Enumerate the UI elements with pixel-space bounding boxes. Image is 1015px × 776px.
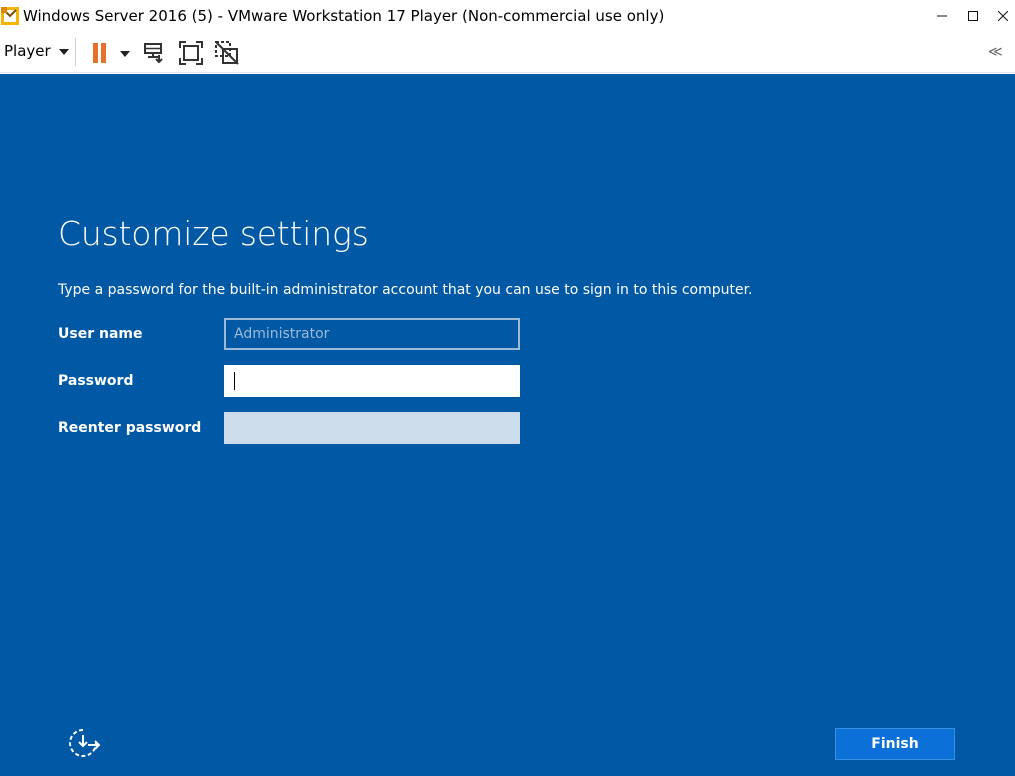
vmware-app-icon [1,7,19,25]
pause-icon[interactable] [88,40,114,66]
close-icon [998,11,1008,21]
chevron-down-icon [58,49,69,55]
text-cursor [234,372,235,390]
close-button[interactable] [987,0,1015,32]
password-field[interactable] [224,365,520,397]
maximize-icon [968,11,978,21]
password-label: Password [58,373,134,389]
reenter-password-label: Reenter password [58,420,202,436]
toolbar: Player ≪ [0,32,1015,73]
toolbar-divider [75,38,76,66]
minimize-button[interactable] [926,0,958,32]
unity-icon[interactable] [214,40,240,66]
ease-of-access-icon[interactable] [64,726,102,762]
player-menu-button[interactable]: Player [4,42,69,60]
window-title: Windows Server 2016 (5) - VMware Worksta… [23,7,665,25]
maximize-button[interactable] [957,0,989,32]
username-field: Administrator [224,318,520,350]
vm-display[interactable]: Customize settings Type a password for t… [0,74,1015,776]
pause-dropdown-icon[interactable] [120,51,130,57]
page-description: Type a password for the built-in adminis… [58,282,753,298]
finish-button[interactable]: Finish [835,728,955,760]
collapse-toolbar-icon[interactable]: ≪ [988,44,1003,60]
page-title: Customize settings [58,214,369,253]
player-menu-label: Player [4,42,51,60]
fullscreen-icon[interactable] [178,40,204,66]
send-ctrl-alt-del-icon[interactable] [142,40,168,66]
vmware-window: Windows Server 2016 (5) - VMware Worksta… [0,0,1015,776]
reenter-password-field[interactable] [224,412,520,444]
minimize-icon [937,15,947,17]
title-bar: Windows Server 2016 (5) - VMware Worksta… [0,0,1015,32]
username-value: Administrator [234,326,330,342]
username-label: User name [58,326,143,342]
